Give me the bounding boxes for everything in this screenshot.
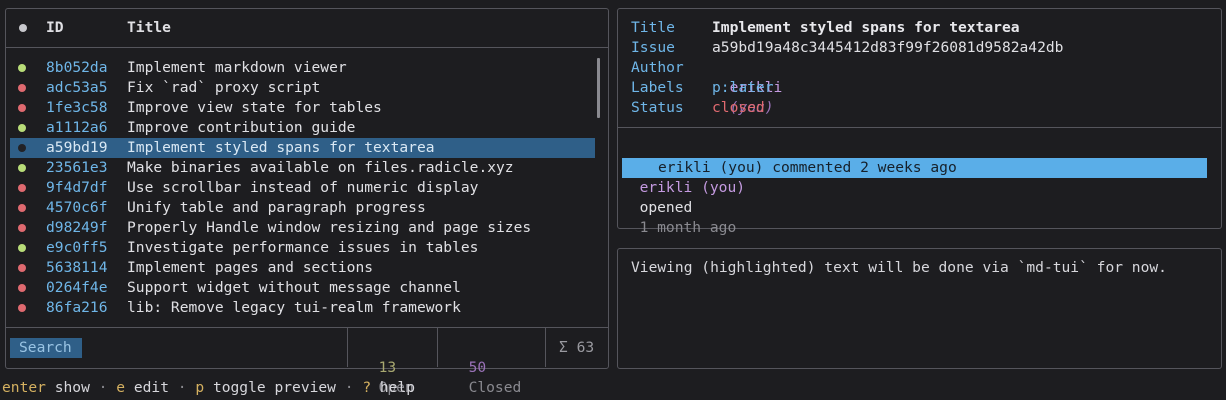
row-issue-title: lib: Remove legacy tui-realm framework [127,299,461,316]
timeline-comment-text: erikli (you) commented 2 weeks ago [658,159,957,176]
detail-labels-label: Labels [631,79,684,96]
row-issue-title: Unify table and paragraph progress [127,199,426,216]
table-row[interactable]: e9c0ff5 Investigate performance issues in… [10,238,595,258]
table-row[interactable]: 86fa216 lib: Remove legacy tui-realm fram… [10,298,595,318]
row-issue-id: 9f4d7df [46,179,108,196]
detail-issue-value: a59bd19a48c3445412d83f99f26081d9582a42db [712,39,1064,56]
row-issue-id: d98249f [46,219,108,236]
row-issue-title: Investigate performance issues in tables [127,239,479,256]
closed-status-dot-icon [18,184,26,192]
closed-status-dot-icon [18,264,26,272]
closed-label: Closed [468,379,522,396]
footer-separator-1 [347,328,348,367]
row-issue-id: e9c0ff5 [46,239,108,256]
closed-status-dot-icon [18,304,26,312]
row-issue-title: Use scrollbar instead of numeric display [127,179,479,196]
shortcut-separator: · [89,379,117,396]
footer-separator-2 [437,328,438,367]
timeline-opened-verb: opened [639,199,693,216]
detail-issue-label: Issue [631,39,675,56]
detail-status-label: Status [631,99,684,116]
row-issue-title: Improve view state for tables [127,99,382,116]
row-issue-title: Support widget without message channel [127,279,461,296]
header-state-dot-icon [19,24,27,32]
header-divider [6,47,608,48]
table-row[interactable]: 5638114 Implement pages and sections [10,258,595,278]
detail-title-label: Title [631,19,675,36]
closed-status-dot-icon [18,224,26,232]
preview-text: Viewing (highlighted) text will be done … [631,259,1167,276]
footer-separator-3 [545,328,546,367]
table-row[interactable]: adc53a5 Fix `rad` proxy script [10,78,595,98]
table-row[interactable]: 4570c6f Unify table and paragraph progres… [10,198,595,218]
closed-count-filter[interactable]: 50 Closed [451,338,522,398]
row-issue-id: 8b052da [46,59,108,76]
column-header-id[interactable]: ID [46,18,64,38]
shortcut-action: edit [133,379,169,396]
shortcut-separator: · [335,379,363,396]
row-issue-id: a59bd19 [46,139,108,156]
detail-title-value: Implement styled spans for textarea [712,19,1020,36]
shortcut-separator: · [169,379,196,396]
open-status-dot-icon [18,164,26,172]
row-issue-id: 1fe3c58 [46,99,108,116]
search-button-label: Search [19,339,72,356]
closed-status-dot-icon [18,84,26,92]
row-issue-id: 4570c6f [46,199,108,216]
shortcut-key: ? [362,379,372,396]
closed-count: 50 [468,359,487,376]
row-issue-id: a1112a6 [46,119,108,136]
open-status-dot-icon [18,244,26,252]
table-row[interactable]: 23561e3 Make binaries available on files.… [10,158,595,178]
shortcut-action: help [379,379,416,396]
row-issue-id: 86fa216 [46,299,108,316]
table-row[interactable]: d98249f Properly Handle window resizing a… [10,218,595,238]
shortcut-bar: enter show · e edit · p toggle preview ·… [2,378,415,398]
shortcut-action: show [54,379,90,396]
row-issue-title: Make binaries available on files.radicle… [127,159,514,176]
detail-author-label: Author [631,59,684,76]
search-button[interactable]: Search [10,338,82,358]
footer-divider [6,327,608,328]
table-row[interactable]: 1fe3c58 Improve view state for tables [10,98,595,118]
detail-status-value: closed [712,99,765,116]
row-issue-id: 23561e3 [46,159,108,176]
total-count: Σ 63 [559,339,595,356]
row-issue-title: Fix `rad` proxy script [127,79,321,96]
shortcut-action: toggle preview [212,379,336,396]
list-scrollbar[interactable] [597,58,600,118]
closed-status-dot-icon [18,104,26,112]
table-row[interactable]: a1112a6 Improve contribution guide [10,118,595,138]
closed-status-dot-icon [18,204,26,212]
table-row[interactable]: 0264f4e Support widget without message ch… [10,278,595,298]
table-row[interactable]: 9f4d7df Use scrollbar instead of numeric … [10,178,595,198]
detail-labels-value: p:later [712,79,774,96]
closed-status-dot-icon [18,284,26,292]
open-count: 13 [378,359,397,376]
row-issue-title: Properly Handle window resizing and page… [127,219,532,236]
closed-status-dot-icon [18,144,26,152]
row-issue-title: Implement pages and sections [127,259,374,276]
row-issue-id: 5638114 [46,259,108,276]
open-status-dot-icon [18,124,26,132]
shortcut-key: enter [2,379,46,396]
row-issue-title: Implement markdown viewer [127,59,347,76]
table-row[interactable]: 8b052da Implement markdown viewer [10,58,595,78]
row-issue-title: Implement styled spans for textarea [127,139,435,156]
row-issue-id: adc53a5 [46,79,108,96]
table-row-selected[interactable]: a59bd19 Implement styled spans for textar… [10,138,595,158]
timeline-opened-time: 1 month ago [639,219,737,236]
column-header-title[interactable]: Title [127,18,171,38]
detail-divider [618,127,1221,128]
shortcut-key: e [116,379,126,396]
timeline-comment-row[interactable]: erikli (you) commented 2 weeks ago [622,158,1207,178]
row-issue-title: Improve contribution guide [127,119,356,136]
timeline-opened-author: erikli (you) [639,179,746,196]
timeline-opened-row[interactable]: ▼ erikli (you) opened 1 month ago [622,138,745,238]
row-issue-id: 0264f4e [46,279,108,296]
shortcut-key: p [195,379,205,396]
open-status-dot-icon [18,64,26,72]
